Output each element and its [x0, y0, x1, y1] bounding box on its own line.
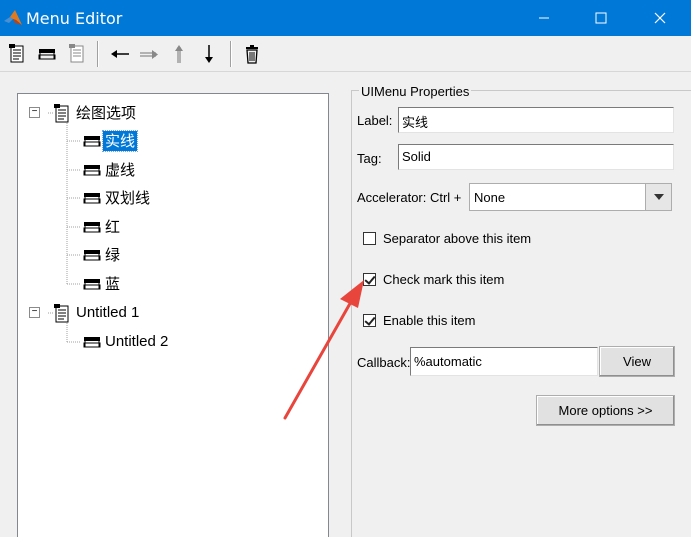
- separator-label: Separator above this item: [383, 231, 532, 246]
- chevron-down-icon: [645, 184, 671, 210]
- toolbar-separator: [230, 41, 232, 67]
- menu-item-icon: [83, 165, 101, 176]
- menu-tree[interactable]: − − 绘图选项 实线 虚线 双划线 红 绿 蓝 Untitled 1 Unti…: [17, 93, 329, 537]
- maximize-icon: [595, 12, 607, 24]
- tag-caption: Tag:: [357, 151, 382, 166]
- tree-item-label: 蓝: [105, 275, 121, 293]
- menu-item-icon: [83, 136, 101, 147]
- tree-item-label: Untitled 1: [76, 304, 140, 321]
- toolbar-separator: [97, 41, 99, 67]
- maximize-button[interactable]: [578, 0, 624, 36]
- move-up-icon: [175, 45, 183, 63]
- tree-item-node[interactable]: 蓝: [83, 273, 122, 295]
- label-caption: Label:: [357, 113, 393, 128]
- tree-item-node[interactable]: 绿: [83, 244, 122, 266]
- close-button[interactable]: [637, 0, 683, 36]
- checkmark-checkbox-row[interactable]: Check mark this item: [363, 272, 504, 287]
- move-left-icon: [111, 50, 129, 58]
- tree-menu-node[interactable]: 绘图选项: [54, 102, 138, 124]
- new-menu-button[interactable]: [5, 42, 29, 66]
- tree-item-label: 绘图选项: [76, 104, 137, 122]
- tree-item-label: 红: [105, 218, 121, 236]
- close-icon: [654, 12, 666, 24]
- matlab-logo-icon: [4, 10, 22, 25]
- new-menu-icon: [9, 44, 24, 63]
- move-down-icon: [205, 45, 213, 63]
- menu-item-icon: [83, 222, 101, 233]
- title-bar: Menu Editor: [0, 0, 691, 36]
- tree-item-label: Untitled 2: [105, 333, 169, 350]
- tree-item-node[interactable]: 虚线: [83, 159, 137, 181]
- tree-item-label: 虚线: [105, 161, 136, 179]
- accelerator-caption: Accelerator: Ctrl +: [357, 190, 462, 205]
- move-right-button[interactable]: [137, 42, 161, 66]
- minimize-icon: [539, 17, 549, 19]
- tree-item-node[interactable]: Untitled 2: [83, 331, 170, 353]
- more-options-button[interactable]: More options >>: [536, 395, 675, 426]
- view-button[interactable]: View: [599, 346, 675, 377]
- separator-checkbox[interactable]: [363, 232, 376, 245]
- menu-item-icon: [83, 250, 101, 261]
- toolbar: [0, 36, 691, 72]
- tree-item-node[interactable]: 实线: [83, 130, 139, 152]
- menu-icon: [54, 103, 69, 122]
- callback-field[interactable]: %automatic: [410, 347, 598, 376]
- label-field[interactable]: 实线: [398, 107, 674, 133]
- enable-label: Enable this item: [383, 313, 476, 328]
- delete-icon: [246, 45, 258, 64]
- enable-checkbox-row[interactable]: Enable this item: [363, 313, 476, 328]
- accelerator-dropdown[interactable]: None: [469, 183, 672, 211]
- tree-item-label: 实线: [101, 130, 139, 152]
- move-up-button[interactable]: [167, 42, 191, 66]
- new-menu-item-icon: [38, 49, 56, 60]
- minimize-button[interactable]: [521, 0, 567, 36]
- tree-expander[interactable]: −: [29, 107, 40, 118]
- move-down-button[interactable]: [197, 42, 221, 66]
- tree-item-label: 双划线: [105, 189, 151, 207]
- new-context-menu-icon: [69, 44, 84, 63]
- menu-item-icon: [83, 279, 101, 290]
- tree-expander[interactable]: −: [29, 307, 40, 318]
- tree-menu-node[interactable]: Untitled 1: [54, 302, 141, 324]
- new-menu-item-button[interactable]: [35, 42, 59, 66]
- checkmark-checkbox[interactable]: [363, 273, 376, 286]
- tree-item-label: 绿: [105, 246, 121, 264]
- properties-group-title: UIMenu Properties: [359, 84, 472, 99]
- delete-button[interactable]: [240, 42, 264, 66]
- new-context-menu-button[interactable]: [65, 42, 89, 66]
- menu-item-icon: [83, 193, 101, 204]
- enable-checkbox[interactable]: [363, 314, 376, 327]
- tree-item-node[interactable]: 双划线: [83, 187, 152, 209]
- callback-caption: Callback:: [357, 355, 411, 370]
- move-right-icon: [140, 50, 158, 59]
- tree-item-node[interactable]: 红: [83, 216, 122, 238]
- checkmark-label: Check mark this item: [383, 272, 505, 287]
- menu-icon: [54, 303, 69, 322]
- separator-checkbox-row[interactable]: Separator above this item: [363, 231, 531, 246]
- window-title: Menu Editor: [26, 9, 123, 28]
- accelerator-value: None: [474, 190, 506, 205]
- tag-field[interactable]: Solid: [398, 144, 674, 170]
- move-left-button[interactable]: [108, 42, 132, 66]
- menu-item-icon: [83, 337, 101, 348]
